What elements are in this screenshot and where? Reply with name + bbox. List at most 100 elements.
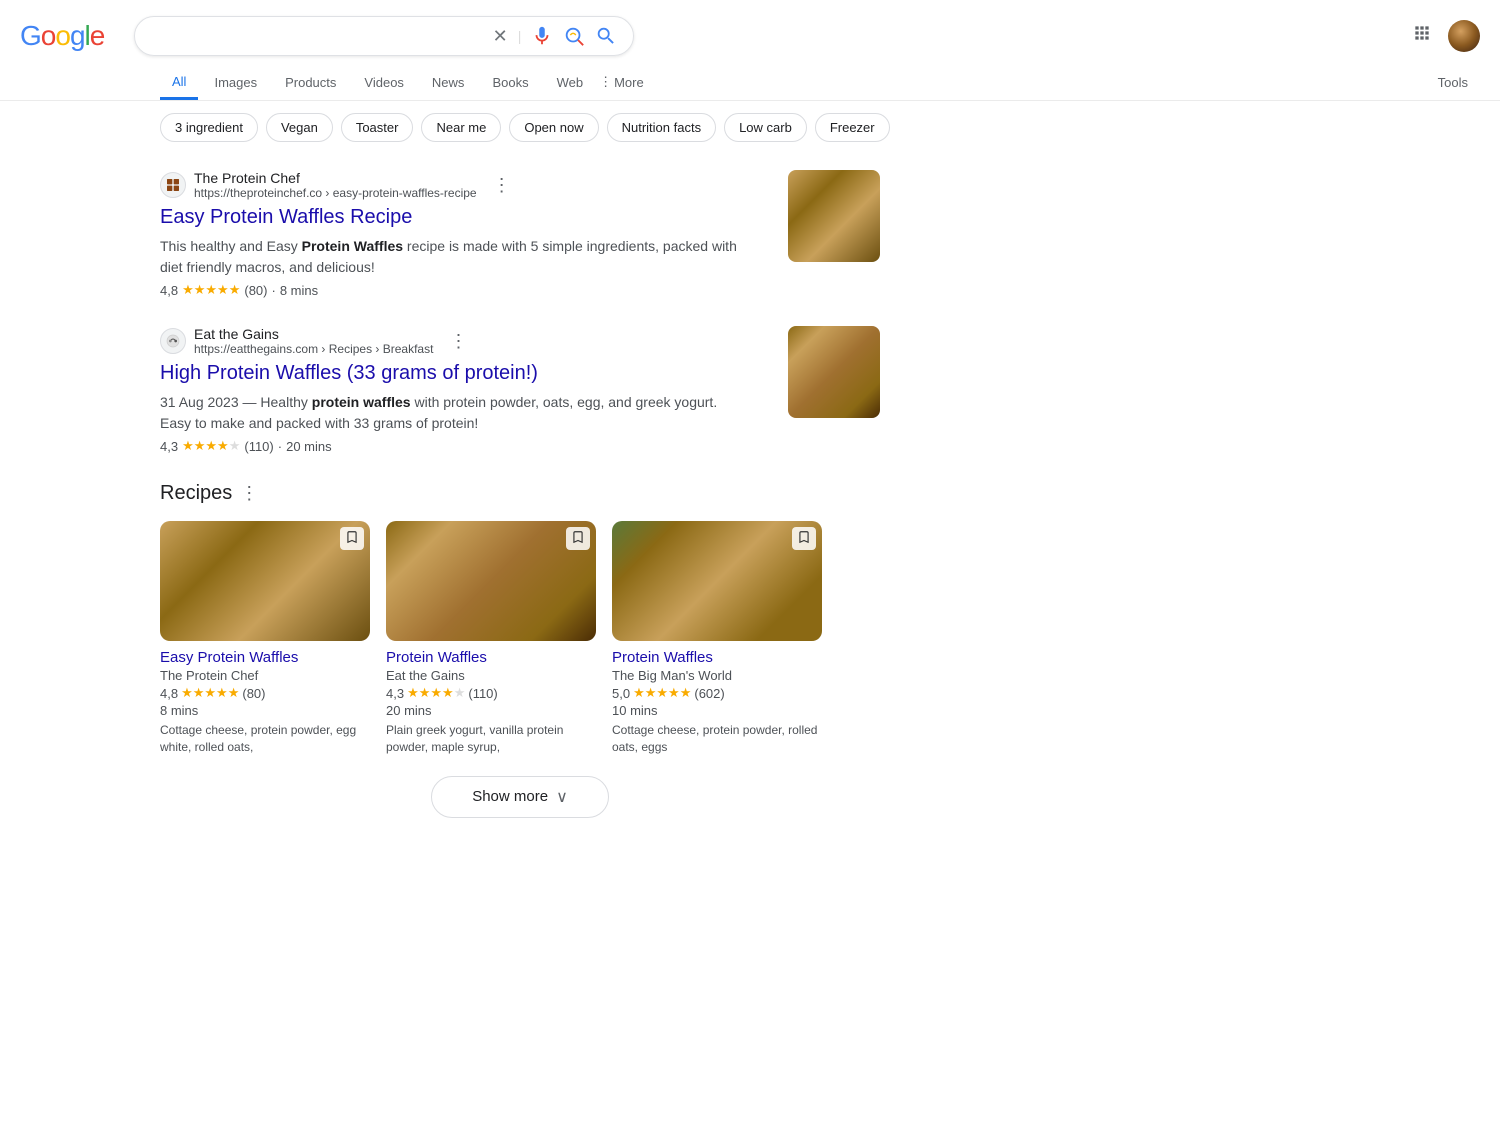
apps-grid-icon[interactable] [1412, 23, 1432, 49]
recipe-card-1-image [160, 521, 370, 641]
recipe-card-3-reviews: (602) [694, 686, 724, 701]
voice-search-button[interactable] [531, 25, 553, 47]
clear-icon[interactable]: ✕ [493, 26, 508, 47]
recipe-card-2-stars: ★★★★★ [407, 685, 465, 701]
recipe-card-1-title[interactable]: Easy Protein Waffles [160, 649, 370, 666]
recipe-card-3-image [612, 521, 822, 641]
result-1-url: https://theproteinchef.co › easy-protein… [194, 186, 477, 200]
recipe-card-3-source: The Big Man's World [612, 668, 822, 683]
chip-low-carb[interactable]: Low carb [724, 113, 807, 142]
header-right [1412, 20, 1480, 52]
recipe-card-2[interactable]: Protein Waffles Eat the Gains 4,3 ★★★★★ … [386, 521, 596, 756]
result-1-rating: 4,8 [160, 283, 178, 298]
search-button[interactable] [595, 25, 617, 47]
recipe-card-3-rating-value: 5,0 [612, 686, 630, 701]
result-1-reviews: (80) [244, 283, 267, 298]
result-2-snippet: 31 Aug 2023 — Healthy protein waffles wi… [160, 392, 740, 434]
nav-item-web[interactable]: Web [545, 65, 596, 100]
nav-item-all[interactable]: All [160, 64, 198, 100]
search-icons: ✕ | [493, 25, 618, 47]
result-2-meta: 4,3 ★★★★★ (110) · 20 mins [160, 438, 740, 454]
nav-item-products[interactable]: Products [273, 65, 348, 100]
result-2-source: Eat the Gains https://eatthegains.com › … [160, 326, 740, 356]
more-dots-icon: ⋮ [599, 74, 612, 90]
recipe-card-3-time: 10 mins [612, 703, 822, 718]
result-1-dot: · [271, 283, 275, 298]
nav-more-label: More [614, 75, 644, 90]
result-1-thumbnail [788, 170, 880, 262]
result-1-content: The Protein Chef https://theproteinchef.… [160, 170, 740, 298]
logo-letter-g2: g [70, 20, 85, 51]
chip-vegan[interactable]: Vegan [266, 113, 333, 142]
search-bar[interactable]: protein waffles ✕ | [134, 16, 634, 56]
nav-item-videos[interactable]: Videos [352, 65, 416, 100]
nav-item-books[interactable]: Books [480, 65, 540, 100]
recipe-card-2-rating: 4,3 ★★★★★ (110) [386, 685, 596, 701]
recipe-card-1[interactable]: Easy Protein Waffles The Protein Chef 4,… [160, 521, 370, 756]
chip-toaster[interactable]: Toaster [341, 113, 414, 142]
result-1-snippet: This healthy and Easy Protein Waffles re… [160, 236, 740, 278]
filter-chips: 3 ingredient Vegan Toaster Near me Open … [0, 101, 1500, 154]
recipe-card-3[interactable]: Protein Waffles The Big Man's World 5,0 … [612, 521, 822, 756]
recipe-card-2-rating-value: 4,3 [386, 686, 404, 701]
result-1-site-info: The Protein Chef https://theproteinchef.… [194, 170, 477, 200]
google-logo[interactable]: Google [20, 20, 104, 52]
avatar[interactable] [1448, 20, 1480, 52]
search-input[interactable]: protein waffles [151, 27, 484, 45]
recipe-card-2-reviews: (110) [468, 686, 497, 701]
nav-tools-button[interactable]: Tools [1426, 65, 1480, 100]
main-content: The Protein Chef https://theproteinchef.… [0, 154, 900, 854]
logo-letter-e: e [90, 20, 105, 51]
chip-open-now[interactable]: Open now [509, 113, 598, 142]
result-1-stars: ★★★★★ [182, 282, 240, 298]
search-submit-icon [595, 25, 617, 47]
result-2-rating: 4,3 [160, 439, 178, 454]
result-1-favicon [160, 172, 186, 198]
recipe-card-1-stars: ★★★★★ [181, 685, 239, 701]
recipe-card-1-source: The Protein Chef [160, 668, 370, 683]
recipe-card-1-rating: 4,8 ★★★★★ (80) [160, 685, 370, 701]
logo-letter-o2: o [55, 20, 70, 51]
recipe-card-3-bookmark[interactable] [792, 527, 816, 550]
result-2-favicon [160, 328, 186, 354]
nav-item-news[interactable]: News [420, 65, 477, 100]
show-more-wrapper: Show more ∨ [160, 776, 880, 818]
recipe-card-2-title[interactable]: Protein Waffles [386, 649, 596, 666]
show-more-button[interactable]: Show more ∨ [431, 776, 609, 818]
recipe-card-1-time: 8 mins [160, 703, 370, 718]
result-1-source: The Protein Chef https://theproteinchef.… [160, 170, 740, 200]
chip-3ingredient[interactable]: 3 ingredient [160, 113, 258, 142]
search-result-1: The Protein Chef https://theproteinchef.… [160, 170, 880, 298]
nav-more-button[interactable]: ⋮ More [599, 74, 644, 90]
recipe-card-3-title[interactable]: Protein Waffles [612, 649, 822, 666]
chip-nutrition-facts[interactable]: Nutrition facts [607, 113, 716, 142]
result-2-url: https://eatthegains.com › Recipes › Brea… [194, 342, 433, 356]
result-2-site-info: Eat the Gains https://eatthegains.com › … [194, 326, 433, 356]
nav-item-images[interactable]: Images [202, 65, 269, 100]
result-2-site-name: Eat the Gains [194, 326, 433, 342]
recipe-card-1-rating-value: 4,8 [160, 686, 178, 701]
recipe-card-3-rating: 5,0 ★★★★★ (602) [612, 685, 822, 701]
recipe-card-2-time: 20 mins [386, 703, 596, 718]
recipe-card-2-ingredients: Plain greek yogurt, vanilla protein powd… [386, 722, 596, 756]
recipe-card-2-source: Eat the Gains [386, 668, 596, 683]
logo-letter-g: G [20, 20, 41, 51]
recipe-card-3-stars: ★★★★★ [633, 685, 691, 701]
lens-search-button[interactable] [563, 25, 585, 47]
chip-near-me[interactable]: Near me [421, 113, 501, 142]
result-1-title[interactable]: Easy Protein Waffles Recipe [160, 204, 740, 230]
chip-freezer[interactable]: Freezer [815, 113, 890, 142]
result-2-menu-icon[interactable]: ⋮ [449, 331, 467, 352]
recipe-card-3-ingredients: Cottage cheese, protein powder, rolled o… [612, 722, 822, 756]
chevron-down-icon: ∨ [556, 787, 568, 807]
result-1-time: 8 mins [280, 283, 318, 298]
recipe-card-1-bookmark[interactable] [340, 527, 364, 550]
recipes-section-menu-icon[interactable]: ⋮ [240, 483, 258, 504]
lens-icon [563, 25, 585, 47]
result-1-menu-icon[interactable]: ⋮ [493, 175, 511, 196]
mic-icon [531, 25, 553, 47]
recipe-card-2-bookmark[interactable] [566, 527, 590, 550]
search-result-2: Eat the Gains https://eatthegains.com › … [160, 326, 880, 454]
show-more-label: Show more [472, 788, 548, 805]
result-2-title[interactable]: High Protein Waffles (33 grams of protei… [160, 360, 740, 386]
